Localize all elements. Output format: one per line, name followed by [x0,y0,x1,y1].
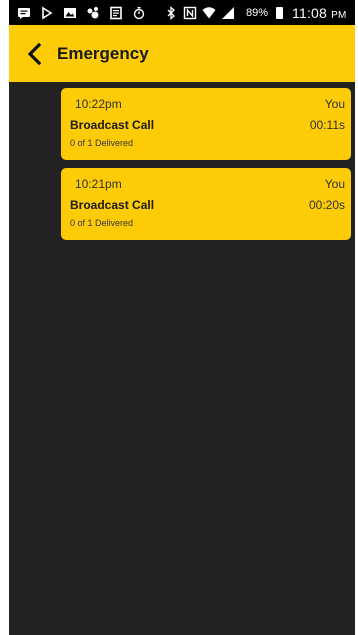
message-item[interactable]: 10:22pm You Broadcast Call 00:11s 0 of 1… [61,88,351,160]
clock-ampm: PM [331,9,347,21]
message-sender: You [324,97,345,111]
play-icon [40,6,54,20]
phone-screen: 89% 11:08 PM Emergency 10:22pm You Broad… [9,0,355,635]
message-title: Broadcast Call [70,198,155,212]
hangouts-icon [86,6,100,20]
message-delivery-status: 0 of 1 Delivered [70,138,134,148]
message-duration: 00:11s [309,118,345,132]
message-list: 10:22pm You Broadcast Call 00:11s 0 of 1… [9,82,355,635]
message-duration: 00:20s [308,198,345,212]
bluetooth-icon [164,5,178,20]
chevron-left-icon [27,42,42,65]
notification-icons [9,6,146,20]
battery-percent: 89% [246,6,269,19]
back-button[interactable] [15,34,55,74]
gallery-icon [63,6,77,20]
message-time: 10:22pm [75,97,122,111]
message-item[interactable]: 10:21pm You Broadcast Call 00:20s 0 of 1… [61,168,351,240]
page-title: Emergency [57,43,149,63]
message-title: Broadcast Call [70,118,155,132]
message-sender: You [324,177,345,191]
app-header: Emergency [9,25,355,82]
signal-icon [221,6,235,20]
wifi-icon [202,6,216,20]
message-time: 10:21pm [75,177,122,191]
message-delivery-status: 0 of 1 Delivered [70,218,134,228]
nfc-icon [183,6,197,20]
clock-time: 11:08 [292,4,328,21]
status-clock: 11:08 PM [292,5,347,21]
battery-icon [276,6,284,19]
message-icon [17,6,31,20]
status-bar: 89% 11:08 PM [9,0,355,25]
system-icons: 89% 11:08 PM [164,5,347,21]
clipboard-icon [109,6,123,20]
stopwatch-icon [132,6,146,20]
